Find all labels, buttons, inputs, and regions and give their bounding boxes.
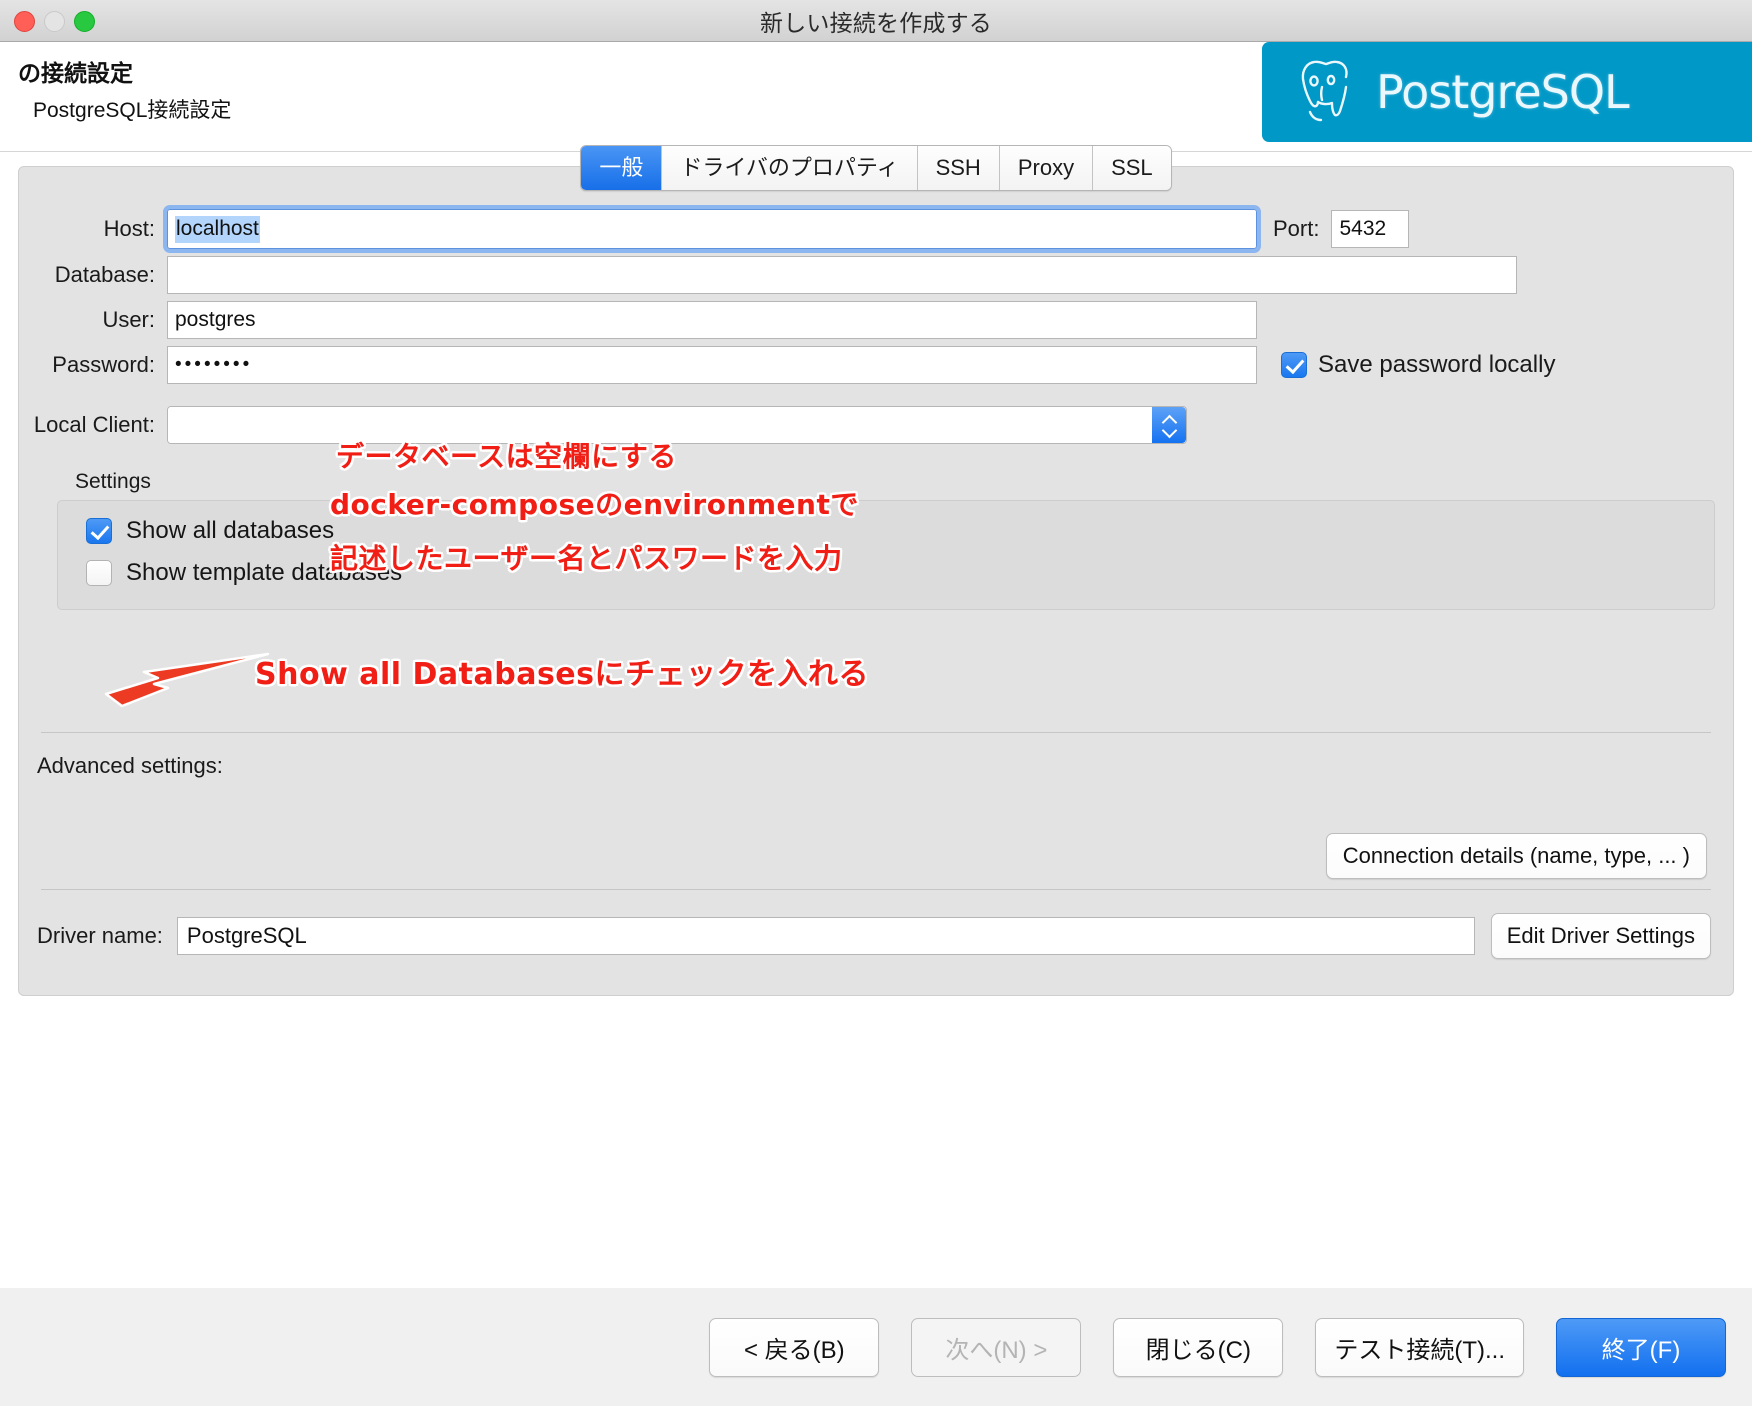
page-title: の接続設定 — [18, 60, 133, 86]
driver-divider — [41, 889, 1711, 890]
edit-driver-settings-button[interactable]: Edit Driver Settings — [1490, 913, 1711, 959]
show-template-databases-label: Show template databases — [126, 559, 403, 586]
close-button[interactable]: 閉じる(C) — [1113, 1317, 1284, 1377]
chevron-down-icon — [1162, 427, 1176, 435]
database-row: Database: — [19, 256, 1733, 294]
user-input[interactable]: postgres — [167, 301, 1257, 339]
host-row: Host: localhost Port: 5432 — [19, 205, 1733, 253]
maximize-window-button[interactable] — [74, 10, 95, 32]
show-all-databases-label: Show all databases — [126, 517, 335, 544]
settings-panel: 一般 ドライバのプロパティ SSH Proxy SSL Host: localh… — [18, 145, 1734, 996]
postgresql-wordmark: PostgreSQL — [1376, 65, 1630, 119]
close-window-button[interactable] — [14, 10, 35, 32]
show-all-databases-checkbox[interactable] — [86, 518, 112, 544]
local-client-input[interactable] — [168, 407, 1152, 443]
local-client-combo[interactable] — [167, 406, 1187, 444]
driver-name-row: Driver name: PostgreSQL Edit Driver Sett… — [37, 913, 1711, 959]
password-label: Password: — [52, 352, 155, 377]
show-template-databases-checkbox[interactable] — [86, 560, 112, 586]
connection-details-button[interactable]: Connection details (name, type, ... ) — [1325, 833, 1707, 879]
back-button[interactable]: < 戻る(B) — [709, 1317, 880, 1377]
settings-group-box: Show all databases Show template databas… — [57, 500, 1715, 610]
host-value: localhost — [175, 215, 260, 243]
local-client-stepper[interactable] — [1152, 407, 1186, 443]
database-label: Database: — [54, 262, 155, 287]
password-row: Password: •••••••• Save password locally — [19, 346, 1733, 384]
local-client-row: Local Client: — [19, 406, 1733, 444]
finish-button[interactable]: 終了(F) — [1556, 1317, 1726, 1377]
driver-name-label: Driver name: — [37, 923, 163, 948]
show-template-databases-row[interactable]: Show template databases — [86, 559, 1714, 587]
dialog-window: 新しい接続を作成する の接続設定 PostgreSQL接続設定 PostgreS… — [0, 0, 1752, 1406]
port-input[interactable]: 5432 — [1331, 210, 1410, 248]
title-bar: 新しい接続を作成する — [0, 0, 1752, 42]
next-button: 次へ(N) > — [911, 1317, 1082, 1377]
user-label: User: — [102, 307, 155, 332]
password-input[interactable]: •••••••• — [167, 346, 1257, 384]
test-connection-button[interactable]: テスト接続(T)... — [1315, 1317, 1524, 1377]
driver-name-input[interactable]: PostgreSQL — [176, 917, 1475, 955]
window-title: 新しい接続を作成する — [760, 9, 992, 36]
window-controls — [14, 0, 95, 42]
port-label: Port: — [1273, 216, 1320, 241]
postgresql-elephant-icon — [1301, 60, 1348, 122]
dialog-footer: < 戻る(B) 次へ(N) > 閉じる(C) テスト接続(T)... 終了(F) — [0, 1288, 1752, 1406]
advanced-divider — [41, 732, 1711, 733]
save-password-checkbox-row[interactable]: Save password locally — [1257, 351, 1555, 379]
connection-form: Host: localhost Port: 5432 Database: Use… — [19, 167, 1733, 779]
save-password-checkbox[interactable] — [1281, 352, 1307, 378]
local-client-label: Local Client: — [33, 412, 155, 437]
minimize-window-button[interactable] — [44, 10, 65, 32]
dialog-header: の接続設定 PostgreSQL接続設定 PostgreSQL — [0, 42, 1752, 152]
user-row: User: postgres — [19, 301, 1733, 339]
page-subtitle: PostgreSQL接続設定 — [33, 99, 232, 122]
database-input[interactable] — [167, 256, 1517, 294]
host-label: Host: — [103, 216, 155, 241]
settings-group-label: Settings — [75, 470, 151, 493]
save-password-label: Save password locally — [1318, 351, 1556, 378]
dialog-body: 一般 ドライバのプロパティ SSH Proxy SSL Host: localh… — [0, 145, 1752, 1406]
show-all-databases-row[interactable]: Show all databases — [86, 517, 1714, 545]
host-input[interactable]: localhost — [163, 205, 1261, 253]
postgresql-brand-banner: PostgreSQL — [1262, 42, 1752, 142]
advanced-settings-label: Advanced settings: — [37, 753, 223, 778]
